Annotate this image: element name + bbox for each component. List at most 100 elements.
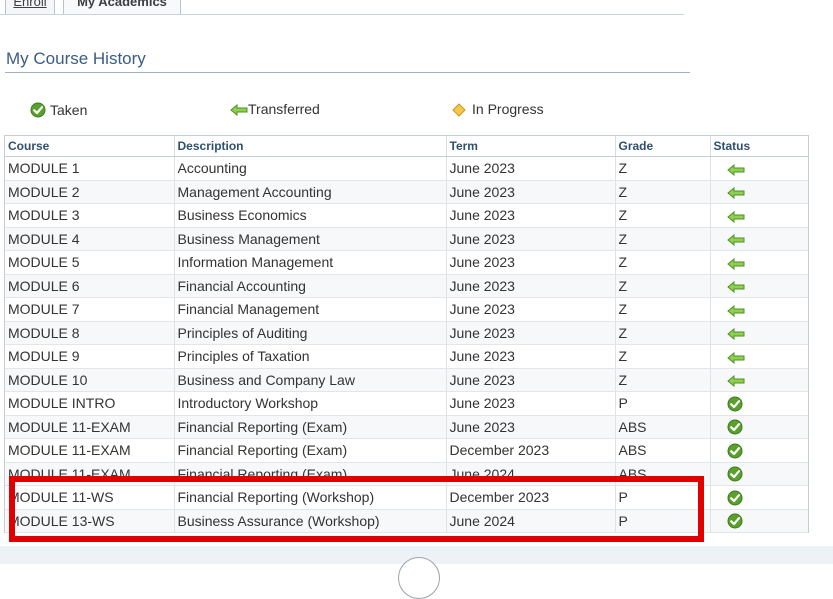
table-row[interactable]: MODULE 2 Management Accounting June 2023 Z: [5, 180, 808, 204]
legend-transferred-label: Transferred: [248, 101, 320, 117]
column-header-status[interactable]: Status: [710, 136, 808, 157]
cell-term: June 2023: [446, 415, 616, 439]
cell-course: MODULE 2: [5, 180, 175, 204]
table-row[interactable]: MODULE 11-EXAM Financial Reporting (Exam)…: [5, 462, 808, 486]
check-icon: [727, 489, 743, 506]
legend-in-progress: In Progress: [452, 101, 544, 117]
cell-grade: P: [615, 509, 711, 533]
cell-status: [710, 438, 808, 463]
cell-status: [710, 415, 808, 439]
cell-term: June 2024: [446, 462, 616, 486]
cell-status: [710, 250, 808, 275]
tab-enroll[interactable]: Enroll: [5, 0, 55, 14]
cell-status: [710, 368, 808, 392]
cell-description: Business and Company Law: [174, 368, 447, 392]
cell-course: MODULE 1: [5, 156, 175, 181]
table-row[interactable]: MODULE 1 Accounting June 2023 Z: [5, 156, 808, 181]
arrow-left-icon: [230, 101, 248, 117]
cell-description: Business Management: [174, 227, 447, 251]
arrow-left-icon: [726, 207, 745, 223]
legend-in-progress-label: In Progress: [472, 101, 544, 118]
cell-status: [710, 509, 808, 533]
arrow-left-icon: [726, 184, 745, 200]
cell-description: Introductory Workshop: [174, 391, 447, 416]
arrow-left-icon: [726, 325, 745, 341]
diamond-icon: [452, 101, 466, 118]
check-icon: [727, 465, 743, 482]
cell-description: Management Accounting: [174, 180, 447, 204]
table-row[interactable]: MODULE 7 Financial Management June 2023 Z: [5, 297, 808, 322]
tab-my-academics[interactable]: My Academics: [63, 0, 181, 14]
table-row[interactable]: MODULE 8 Principles of Auditing June 2023 Z: [5, 321, 808, 345]
cell-description: Financial Reporting (Exam): [174, 415, 447, 439]
cell-description: Business Economics: [174, 203, 447, 228]
table-body: MODULE 1 Accounting June 2023 Z MODULE 2 Mana…: [5, 156, 808, 533]
cell-term: December 2023: [446, 438, 616, 463]
table-row[interactable]: MODULE 11-EXAM Financial Reporting (Exam)…: [5, 438, 808, 463]
column-header-grade[interactable]: Grade: [615, 136, 711, 157]
cell-course: MODULE 11-EXAM: [5, 462, 175, 486]
table-row[interactable]: MODULE 11-WS Financial Reporting (Worksho…: [5, 485, 808, 510]
check-icon: [727, 395, 743, 412]
column-header-term[interactable]: Term: [446, 136, 616, 157]
cell-description: Accounting: [174, 156, 447, 181]
cell-course: MODULE 5: [5, 250, 175, 275]
cell-term: June 2023: [446, 321, 616, 345]
check-icon: [30, 101, 46, 118]
table-row[interactable]: MODULE 5 Information Management June 2023 Z: [5, 250, 808, 275]
cell-grade: Z: [615, 274, 711, 298]
table-row[interactable]: MODULE 3 Business Economics June 2023 Z: [5, 203, 808, 228]
arrow-left-icon: [726, 254, 745, 270]
arrow-left-icon: [726, 372, 745, 388]
cell-status: [710, 391, 808, 416]
table-row[interactable]: MODULE 9 Principles of Taxation June 2023 Z: [5, 344, 808, 369]
cell-grade: Z: [615, 250, 711, 275]
cell-term: June 2023: [446, 368, 616, 392]
cell-status: [710, 156, 808, 181]
column-header-description[interactable]: Description: [174, 136, 447, 157]
cell-term: June 2023: [446, 250, 616, 275]
tab-my-academics-label[interactable]: My Academics: [77, 0, 167, 9]
check-icon: [727, 418, 743, 435]
cell-term: June 2023: [446, 227, 616, 251]
cell-grade: Z: [615, 180, 711, 204]
cell-status: [710, 344, 808, 369]
check-icon: [727, 512, 743, 529]
cell-grade: Z: [615, 368, 711, 392]
cell-status: [710, 321, 808, 345]
cell-grade: ABS: [615, 462, 711, 486]
table-row[interactable]: MODULE 4 Business Management June 2023 Z: [5, 227, 808, 251]
cell-term: June 2023: [446, 180, 616, 204]
arrow-left-icon: [726, 231, 745, 247]
table-row[interactable]: MODULE 10 Business and Company Law June 20…: [5, 368, 808, 392]
cell-course: MODULE 6: [5, 274, 175, 298]
cell-course: MODULE 10: [5, 368, 175, 392]
cell-status: [710, 227, 808, 251]
cell-term: December 2023: [446, 485, 616, 510]
cell-description: Information Management: [174, 250, 447, 275]
cell-course: MODULE 3: [5, 203, 175, 228]
table-row[interactable]: MODULE 6 Financial Accounting June 2023 Z: [5, 274, 808, 298]
cell-course: MODULE 11-EXAM: [5, 438, 175, 463]
table-row[interactable]: MODULE 13-WS Business Assurance (Workshop…: [5, 509, 808, 533]
cell-grade: Z: [615, 297, 711, 322]
cell-status: [710, 180, 808, 204]
cell-grade: Z: [615, 321, 711, 345]
cell-description: Principles of Auditing: [174, 321, 447, 345]
table-row[interactable]: MODULE 11-EXAM Financial Reporting (Exam)…: [5, 415, 808, 439]
cell-description: Financial Accounting: [174, 274, 447, 298]
cell-course: MODULE 9: [5, 344, 175, 369]
course-history-grid: Course Description Term Grade Status MOD…: [4, 135, 809, 533]
cell-description: Principles of Taxation: [174, 344, 447, 369]
cell-grade: P: [615, 391, 711, 416]
cell-term: June 2023: [446, 297, 616, 322]
cell-grade: Z: [615, 203, 711, 228]
tab-enroll-label[interactable]: Enroll: [13, 0, 46, 9]
column-header-course[interactable]: Course: [5, 136, 175, 157]
arrow-left-icon: [726, 160, 745, 176]
legend-taken-label: Taken: [50, 101, 88, 118]
cell-description: Business Assurance (Workshop): [174, 509, 447, 533]
cell-term: June 2023: [446, 274, 616, 298]
table-row[interactable]: MODULE INTRO Introductory Workshop June 20…: [5, 391, 808, 416]
legend-taken: Taken: [30, 101, 87, 118]
